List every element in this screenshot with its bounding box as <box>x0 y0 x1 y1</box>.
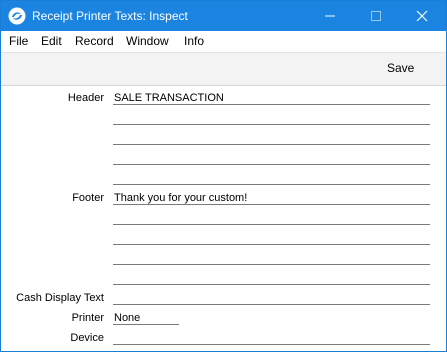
form-area: Header SALE TRANSACTION Footer Thank you… <box>1 86 446 351</box>
header-line-4[interactable] <box>113 164 430 165</box>
maximize-icon <box>371 11 381 21</box>
header-line-1-text: SALE TRANSACTION <box>114 92 224 104</box>
header-label: Header <box>67 92 104 104</box>
footer-label: Footer <box>72 192 104 204</box>
printer-label: Printer <box>71 312 104 324</box>
cash-display-label: Cash Display Text <box>16 292 104 304</box>
printer-value: None <box>114 312 141 324</box>
printer-field[interactable] <box>113 324 179 325</box>
minimize-icon <box>325 15 335 17</box>
menu-file[interactable]: File <box>9 34 28 48</box>
device-label: Device <box>70 332 104 344</box>
header-line-1[interactable] <box>113 104 430 105</box>
header-line-3[interactable] <box>113 144 430 145</box>
minimize-button[interactable] <box>307 1 353 31</box>
footer-line-3[interactable] <box>113 244 430 245</box>
window-title: Receipt Printer Texts: Inspect <box>32 9 188 23</box>
footer-line-1-text: Thank you for your custom! <box>114 192 248 204</box>
menu-record[interactable]: Record <box>75 34 114 48</box>
menu-bar: File Edit Record Window Info <box>1 31 446 53</box>
save-button[interactable]: Save <box>387 61 414 75</box>
menu-edit[interactable]: Edit <box>41 34 62 48</box>
title-bar[interactable]: Receipt Printer Texts: Inspect <box>1 1 446 31</box>
close-button[interactable] <box>399 1 445 31</box>
device-field[interactable] <box>113 344 430 345</box>
header-line-5[interactable] <box>113 184 430 185</box>
cash-display-field[interactable] <box>113 304 430 305</box>
maximize-button[interactable] <box>353 1 399 31</box>
close-icon <box>416 10 428 22</box>
menu-window[interactable]: Window <box>126 34 169 48</box>
footer-line-4[interactable] <box>113 264 430 265</box>
footer-line-5[interactable] <box>113 284 430 285</box>
header-line-2[interactable] <box>113 124 430 125</box>
footer-line-1[interactable] <box>113 204 430 205</box>
menu-info[interactable]: Info <box>184 34 204 48</box>
button-bar: Save <box>1 53 446 86</box>
footer-line-2[interactable] <box>113 224 430 225</box>
app-icon[interactable] <box>8 7 26 25</box>
inspect-window: Receipt Printer Texts: Inspect File Edit… <box>0 0 447 352</box>
